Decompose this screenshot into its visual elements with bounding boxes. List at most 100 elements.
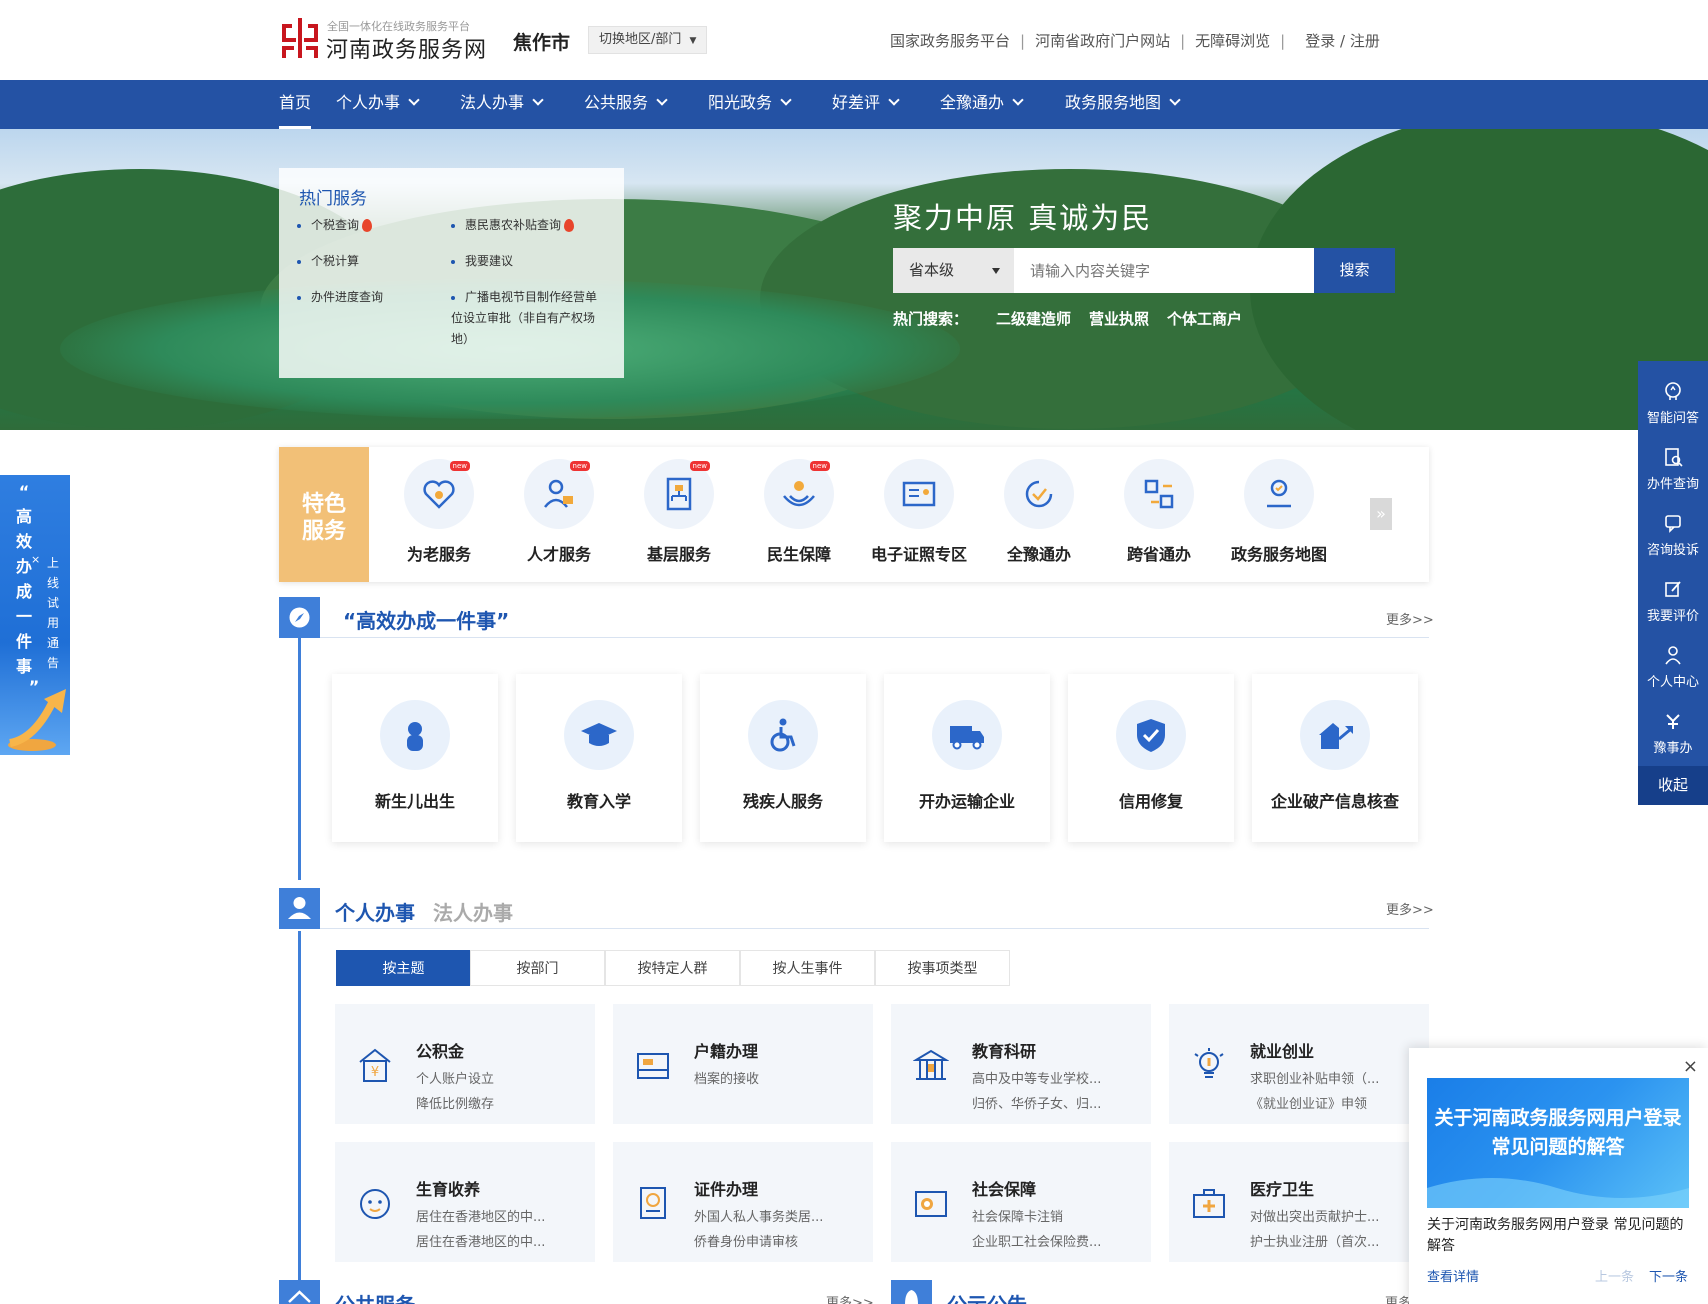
toolbar-personal-center[interactable]: 个人中心: [1638, 633, 1708, 699]
tab-by-life-event[interactable]: 按人生事件: [740, 950, 875, 986]
close-icon[interactable]: ×: [1683, 1056, 1698, 1077]
personal-more-link[interactable]: 更多>>: [1386, 899, 1434, 918]
feature-item[interactable]: 政务服务地图: [1219, 459, 1339, 565]
feature-item-label: 跨省通办: [1126, 545, 1191, 564]
topic-link[interactable]: 居住在香港地区的中...: [416, 1231, 586, 1250]
hot-service-item[interactable]: 广播电视节目制作经营单位设立审批（非自有产权场地）: [451, 287, 601, 350]
efficient-more-link[interactable]: 更多>>: [1386, 609, 1434, 628]
notice-char: 高: [15, 507, 32, 526]
link-accessibility[interactable]: 无障碍浏览: [1195, 32, 1270, 50]
topic-link[interactable]: 企业职工社会保险费...: [972, 1231, 1142, 1250]
search-input[interactable]: [1014, 248, 1314, 293]
efficient-item-label: 企业破产信息核查: [1270, 792, 1399, 811]
efficient-item[interactable]: 信用修复: [1068, 674, 1234, 842]
topic-card[interactable]: ¥ 公积金 个人账户设立 降低比例缴存: [335, 1004, 595, 1124]
hot-service-item[interactable]: 个税查询: [297, 215, 373, 236]
efficient-item[interactable]: 残疾人服务: [700, 674, 866, 842]
nav-rating[interactable]: 好差评: [832, 80, 900, 129]
nav-sunshine[interactable]: 阳光政务: [708, 80, 792, 129]
link-national-platform[interactable]: 国家政务服务平台: [890, 32, 1010, 50]
topic-card[interactable]: 社会保障 社会保障卡注销 企业职工社会保险费...: [891, 1142, 1151, 1262]
topic-card[interactable]: 生育收养 居住在香港地区的中... 居住在香港地区的中...: [335, 1142, 595, 1262]
feature-item[interactable]: 跨省通办: [1099, 459, 1219, 565]
topic-card[interactable]: 医疗卫生 对做出突出贡献护士... 护士执业注册（首次...: [1169, 1142, 1429, 1262]
social-security-icon: [915, 1191, 947, 1217]
logo-title[interactable]: 河南政务服务网: [326, 32, 487, 64]
efficient-item[interactable]: 教育入学: [516, 674, 682, 842]
popup-description[interactable]: 关于河南政务服务网用户登录 常见问题的解答: [1427, 1215, 1695, 1257]
popup-prev-button[interactable]: 上一条: [1595, 1266, 1634, 1285]
hot-search-term[interactable]: 个体工商户: [1167, 310, 1242, 328]
topic-card[interactable]: 证件办理 外国人私人事务类居... 侨眷身份申请审核: [613, 1142, 873, 1262]
banner-slogan: 聚力中原 真诚为民: [893, 201, 1153, 235]
toolbar-consult[interactable]: 咨询投诉: [1638, 501, 1708, 567]
efficient-notice-float[interactable]: “ 高 效 办 成 一 件 事 ” 上 线 试 用 通 告 ×: [0, 475, 70, 755]
tab-by-item-type[interactable]: 按事项类型: [875, 950, 1010, 986]
topic-link[interactable]: 《就业创业证》申领: [1250, 1093, 1420, 1112]
hot-search-term[interactable]: 营业执照: [1089, 310, 1149, 328]
hot-service-item[interactable]: 惠民惠农补贴查询: [451, 215, 575, 236]
housing-fund-icon: ¥: [359, 1048, 391, 1082]
nav-legal[interactable]: 法人办事: [460, 80, 544, 129]
toolbar-rate[interactable]: 我要评价: [1638, 567, 1708, 633]
search-button[interactable]: 搜索: [1314, 248, 1395, 293]
efficient-item[interactable]: 新生儿出生: [332, 674, 498, 842]
feature-item[interactable]: 全豫通办: [979, 459, 1099, 565]
feature-item[interactable]: new 基层服务: [619, 459, 739, 565]
topic-card[interactable]: 教育科研 高中及中等专业学校... 归侨、华侨子女、归...: [891, 1004, 1151, 1124]
tab-by-group[interactable]: 按特定人群: [605, 950, 740, 986]
nav-personal[interactable]: 个人办事: [336, 80, 420, 129]
popup-detail-link[interactable]: 查看详情: [1427, 1266, 1479, 1285]
topic-link[interactable]: 求职创业补贴申领（...: [1250, 1068, 1420, 1087]
link-provincial-portal[interactable]: 河南省政府门户网站: [1035, 32, 1170, 50]
public-service-more-link[interactable]: 更多>>: [826, 1292, 874, 1304]
nav-service-map[interactable]: 政务服务地图: [1065, 80, 1181, 129]
topic-link[interactable]: 归侨、华侨子女、归...: [972, 1093, 1142, 1112]
topic-link[interactable]: 降低比例缴存: [416, 1093, 586, 1112]
efficient-item[interactable]: 开办运输企业: [884, 674, 1050, 842]
topic-link[interactable]: 护士执业注册（首次...: [1250, 1231, 1420, 1250]
login-register-link[interactable]: 登录 / 注册: [1305, 32, 1380, 50]
topic-link[interactable]: 高中及中等专业学校...: [972, 1068, 1142, 1087]
feature-item[interactable]: new 民生保障: [739, 459, 859, 565]
nav-home[interactable]: 首页: [279, 80, 312, 129]
nav-henan-general[interactable]: 全豫通办: [940, 80, 1024, 129]
switch-region-button[interactable]: 切换地区/部门 ▼: [588, 26, 708, 54]
tab-legal-affairs[interactable]: 法人办事: [433, 897, 513, 926]
toolbar-smart-qa[interactable]: 智能问答: [1638, 369, 1708, 435]
feature-item[interactable]: new 为老服务: [379, 459, 499, 565]
toolbar-yushiban[interactable]: 豫事办: [1638, 699, 1708, 765]
hot-service-item[interactable]: 办件进度查询: [297, 287, 383, 308]
search-scope-select[interactable]: 省本级: [893, 248, 1014, 293]
tab-by-theme[interactable]: 按主题: [336, 950, 471, 986]
notice-close-button[interactable]: ×: [31, 553, 40, 566]
topic-link[interactable]: 社会保障卡注销: [972, 1206, 1142, 1225]
popup-next-button[interactable]: 下一条: [1649, 1266, 1688, 1285]
nav-public[interactable]: 公共服务: [584, 80, 668, 129]
topic-link[interactable]: 对做出突出贡献护士...: [1250, 1206, 1420, 1225]
topic-link[interactable]: 外国人私人事务类居...: [694, 1206, 864, 1225]
topic-link[interactable]: 个人账户设立: [416, 1068, 586, 1087]
feature-item[interactable]: 电子证照专区: [859, 459, 979, 565]
household-register-icon: [637, 1053, 669, 1079]
toolbar-case-query[interactable]: 办件查询: [1638, 435, 1708, 501]
tab-personal-affairs[interactable]: 个人办事: [335, 897, 415, 926]
topic-title: 公积金: [416, 1042, 465, 1061]
topic-card[interactable]: 户籍办理 档案的接收: [613, 1004, 873, 1124]
toolbar-collapse-button[interactable]: 收起: [1638, 766, 1708, 805]
current-city: 焦作市: [513, 32, 571, 54]
popup-banner-image[interactable]: 关于河南政务服务网用户登录常见问题的解答: [1427, 1078, 1689, 1208]
feature-next-button[interactable]: »: [1370, 498, 1392, 530]
topic-link[interactable]: 档案的接收: [694, 1068, 864, 1087]
feature-item-label: 为老服务: [406, 545, 471, 564]
topic-link[interactable]: 侨眷身份申请审核: [694, 1231, 864, 1250]
hot-service-item[interactable]: 我要建议: [451, 251, 513, 272]
announcement-more-link[interactable]: 更多: [1385, 1292, 1411, 1304]
hot-service-item[interactable]: 个税计算: [297, 251, 359, 272]
topic-link[interactable]: 居住在香港地区的中...: [416, 1206, 586, 1225]
feature-item[interactable]: new 人才服务: [499, 459, 619, 565]
topic-card[interactable]: 就业创业 求职创业补贴申领（... 《就业创业证》申领: [1169, 1004, 1429, 1124]
efficient-item[interactable]: 企业破产信息核查: [1252, 674, 1418, 842]
hot-search-term[interactable]: 二级建造师: [996, 310, 1071, 328]
tab-by-department[interactable]: 按部门: [470, 950, 605, 986]
